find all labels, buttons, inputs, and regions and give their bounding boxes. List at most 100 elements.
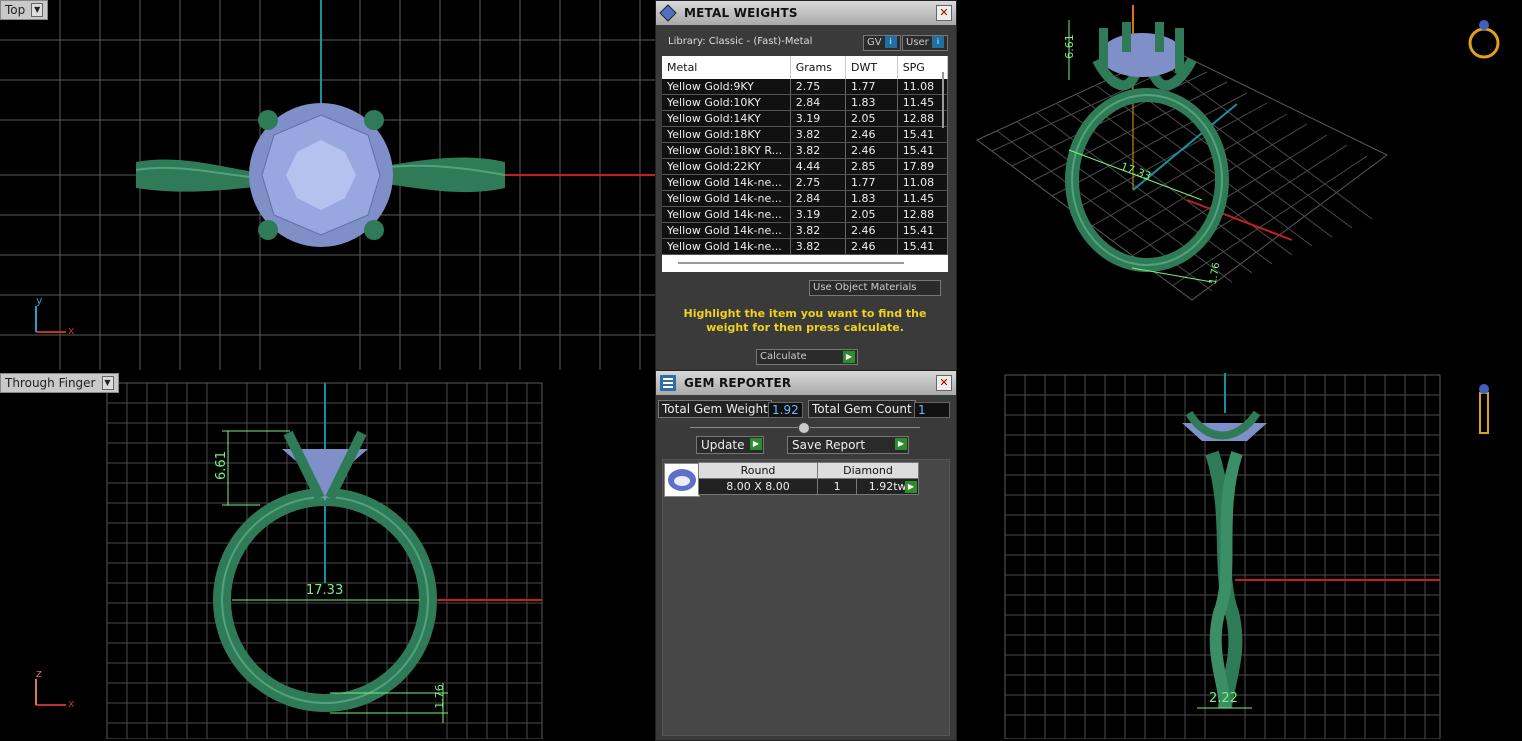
table-row[interactable]: Yellow Gold:10KY 2.84 1.83 11.45 <box>662 94 948 111</box>
gem-row-arrow-icon[interactable]: ▶ <box>905 481 917 493</box>
slider-handle[interactable] <box>798 422 810 434</box>
cell: 12.88 <box>897 206 948 223</box>
gv-toggle-label: GV <box>867 37 882 48</box>
table-row[interactable]: Yellow Gold 14k-ne... 2.84 1.83 11.45 <box>662 190 948 207</box>
axis-y-label: y <box>36 294 43 307</box>
viewport-side[interactable]: 2.22 <box>957 373 1522 739</box>
gem-row[interactable]: 8.00 X 8.00 1 1.92tw <box>698 478 919 495</box>
user-toggle[interactable]: User i <box>902 35 948 51</box>
update-arrow-icon[interactable]: ▶ <box>750 438 762 450</box>
cell: 3.82 <box>790 238 847 255</box>
viewport-through-finger-label[interactable]: Through Finger ▼ <box>0 373 119 393</box>
axis-x-label: x <box>68 324 75 337</box>
table-row[interactable]: Yellow Gold:18KY 3.82 2.46 15.41 <box>662 126 948 143</box>
cell: 2.05 <box>845 110 898 127</box>
update-label: Update <box>701 438 745 452</box>
table-row[interactable]: Yellow Gold 14k-ne... 2.75 1.77 11.08 <box>662 174 948 191</box>
gem-shape: Round <box>698 462 818 479</box>
cell: 1.83 <box>845 94 898 111</box>
table-row[interactable]: Yellow Gold 14k-ne... 3.82 2.46 15.41 <box>662 238 948 255</box>
cell: Yellow Gold 14k-ne... <box>662 206 791 223</box>
gem-type: Diamond <box>817 462 919 479</box>
cell: 2.46 <box>845 238 898 255</box>
cell: 2.84 <box>790 190 847 207</box>
chevron-down-icon[interactable]: ▼ <box>101 376 114 390</box>
metal-weights-table[interactable]: Metal Grams DWT SPG Yellow Gold:9KY 2.75 1… <box>662 56 948 272</box>
gem-list-area[interactable] <box>662 459 950 736</box>
use-object-materials-toggle[interactable]: Use Object Materials <box>809 280 941 296</box>
table-row[interactable]: Yellow Gold:18KY R... 3.82 2.46 15.41 <box>662 142 948 159</box>
cell: 2.85 <box>845 158 898 175</box>
cell: Yellow Gold:10KY <box>662 94 791 111</box>
cell: 2.05 <box>845 206 898 223</box>
gem-reporter-header[interactable]: GEM REPORTER ✕ <box>656 371 956 395</box>
viewport-through-finger-canvas <box>35 382 543 739</box>
cell: 11.45 <box>897 190 948 207</box>
horizontal-scrollbar[interactable] <box>678 262 904 264</box>
cell: 15.41 <box>897 238 948 255</box>
calculate-button[interactable]: Calculate ▶ <box>756 349 858 365</box>
total-gem-weight-value: 1.92 <box>768 402 803 418</box>
total-gem-count-value: 1 <box>914 402 950 418</box>
viewport-perspective[interactable]: 6.61 17.33 1.76 <box>957 0 1522 370</box>
viewport-top-label[interactable]: Top ▼ <box>0 0 49 20</box>
calculate-hint: Highlight the item you want to find the … <box>683 307 927 334</box>
table-row[interactable]: Yellow Gold:22KY 4.44 2.85 17.89 <box>662 158 948 175</box>
axis-z-label-finger: z <box>36 667 42 680</box>
round-gem-icon <box>668 469 696 491</box>
cell: 3.82 <box>790 126 847 143</box>
total-gem-count-label: Total Gem Count <box>808 400 916 418</box>
save-report-button[interactable]: Save Report <box>787 436 909 454</box>
user-info-icon: i <box>931 36 944 48</box>
viewport-top-label-text: Top <box>5 3 26 17</box>
cell: 2.46 <box>845 142 898 159</box>
cell: 11.08 <box>897 174 948 191</box>
cell: 2.46 <box>845 222 898 239</box>
close-icon[interactable]: ✕ <box>936 375 952 391</box>
save-arrow-icon[interactable]: ▶ <box>895 438 907 450</box>
dim-head-height-persp: 6.61 <box>1062 34 1076 59</box>
table-row[interactable]: Yellow Gold 14k-ne... 3.19 2.05 12.88 <box>662 206 948 223</box>
chevron-down-icon[interactable]: ▼ <box>31 3 44 17</box>
table-row[interactable]: Yellow Gold 14k-ne... 3.82 2.46 15.41 <box>662 222 948 239</box>
cell: 1.77 <box>845 79 898 95</box>
cell: Yellow Gold 14k-ne... <box>662 222 791 239</box>
total-gem-weight-label: Total Gem Weight <box>658 400 772 418</box>
cell: 1.83 <box>845 190 898 207</box>
cell: 12.88 <box>897 110 948 127</box>
table-row[interactable]: Yellow Gold:14KY 3.19 2.05 12.88 <box>662 110 948 127</box>
cell: 11.08 <box>897 79 948 95</box>
close-icon[interactable]: ✕ <box>936 5 952 21</box>
cell: 15.41 <box>897 126 948 143</box>
viewport-through-finger-label-text: Through Finger <box>5 376 96 390</box>
vertical-scrollbar[interactable] <box>942 72 944 128</box>
cell: 17.89 <box>897 158 948 175</box>
col-grams[interactable]: Grams <box>790 56 847 79</box>
dim-head-height: 6.61 <box>213 451 229 480</box>
table-row[interactable]: Yellow Gold:9KY 2.75 1.77 11.08 <box>662 79 948 95</box>
cell: Yellow Gold:22KY <box>662 158 791 175</box>
metal-weights-title: METAL WEIGHTS <box>684 6 798 20</box>
cell: Yellow Gold:9KY <box>662 79 791 95</box>
cell: 3.19 <box>790 110 847 127</box>
dim-inner-diameter: 17.33 <box>306 583 344 598</box>
col-spg[interactable]: SPG <box>897 56 948 79</box>
gv-toggle[interactable]: GV i <box>863 35 901 51</box>
col-metal[interactable]: Metal <box>662 56 791 79</box>
save-report-label: Save Report <box>792 438 866 452</box>
cell: Yellow Gold:14KY <box>662 110 791 127</box>
viewport-perspective-canvas <box>976 5 1500 301</box>
metal-weights-header[interactable]: METAL WEIGHTS ✕ <box>656 1 956 25</box>
cell: 1.77 <box>845 174 898 191</box>
cell: Yellow Gold:18KY R... <box>662 142 791 159</box>
cell: 4.44 <box>790 158 847 175</box>
gem-count: 1 <box>816 478 858 495</box>
cell: 2.46 <box>845 126 898 143</box>
viewport-top[interactable]: x y Top ▼ <box>0 0 655 370</box>
cell: Yellow Gold:18KY <box>662 126 791 143</box>
viewport-through-finger[interactable]: 6.61 17.33 1.76 x z Through Finger ▼ <box>0 373 655 739</box>
col-dwt[interactable]: DWT <box>845 56 898 79</box>
gem-table[interactable]: Round Diamond 8.00 X 8.00 1 1.92tw <box>698 462 919 495</box>
cell: 2.84 <box>790 94 847 111</box>
viewport-side-canvas <box>1004 373 1489 739</box>
